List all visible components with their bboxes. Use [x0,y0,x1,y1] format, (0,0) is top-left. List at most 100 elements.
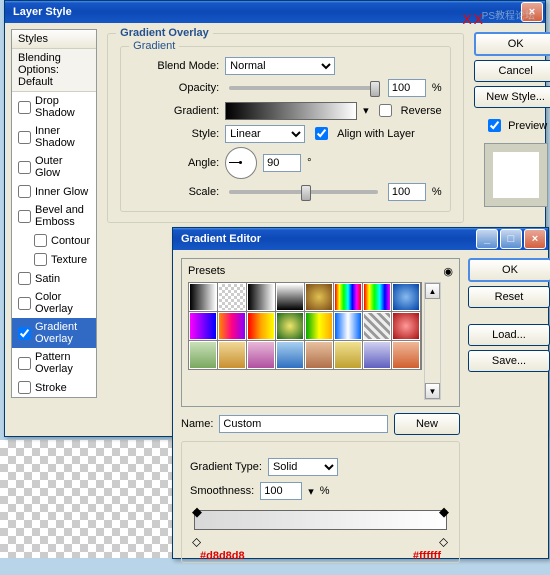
preset-swatch[interactable] [334,312,362,340]
blending-options-default[interactable]: Blending Options: Default [12,49,96,92]
style-checkbox[interactable] [18,272,31,285]
preset-swatch[interactable] [218,283,246,311]
preset-swatch[interactable] [363,341,391,369]
ok-button[interactable]: OK [474,32,550,56]
name-input[interactable] [219,415,388,433]
gradient-editor-titlebar[interactable]: Gradient Editor _ □ × [173,228,548,250]
style-checkbox[interactable] [18,357,31,370]
save-button[interactable]: Save... [468,350,550,372]
red-x-overlay: XX [462,11,485,27]
reset-button[interactable]: Reset [468,286,550,308]
align-with-layer-checkbox[interactable] [315,127,328,140]
style-item-inner-glow[interactable]: Inner Glow [12,182,96,201]
style-item-stroke[interactable]: Stroke [12,378,96,397]
preset-swatch[interactable] [392,312,420,340]
preset-swatch[interactable] [305,341,333,369]
preset-swatch[interactable] [247,341,275,369]
preset-swatch[interactable] [363,312,391,340]
scroll-up-icon[interactable]: ▲ [425,283,440,299]
new-style-button[interactable]: New Style... [474,86,550,108]
style-label: Pattern Overlay [35,351,90,375]
opacity-stop-left[interactable]: ◆ [192,508,202,518]
minimize-icon[interactable]: _ [476,229,498,249]
preset-swatch[interactable] [392,283,420,311]
preset-swatch[interactable] [276,341,304,369]
cancel-button[interactable]: Cancel [474,60,550,82]
style-checkbox[interactable] [18,131,31,144]
style-item-contour[interactable]: Contour [12,231,96,250]
preset-swatch[interactable] [305,312,333,340]
preset-swatch[interactable] [392,341,420,369]
new-button[interactable]: New [394,413,460,435]
presets-panel: Presets ◉ ▲ ▼ [181,258,460,407]
preset-swatch[interactable] [247,312,275,340]
style-checkbox[interactable] [18,381,31,394]
style-item-outer-glow[interactable]: Outer Glow [12,152,96,182]
style-checkbox[interactable] [18,101,31,114]
style-item-drop-shadow[interactable]: Drop Shadow [12,92,96,122]
ok-button[interactable]: OK [468,258,550,282]
preset-scrollbar[interactable]: ▲ ▼ [424,282,441,400]
preset-swatch[interactable] [334,283,362,311]
scale-label: Scale: [149,186,219,198]
style-checkbox[interactable] [18,185,31,198]
layer-style-title: Layer Style [13,6,72,18]
style-label: Inner Glow [35,186,88,198]
style-checkbox[interactable] [34,234,47,247]
preset-swatch[interactable] [305,283,333,311]
close-icon[interactable]: × [524,229,546,249]
preset-swatch[interactable] [363,283,391,311]
preset-swatch[interactable] [276,312,304,340]
preview-checkbox[interactable] [488,119,501,132]
styles-list-panel: Styles Blending Options: Default Drop Sh… [11,29,97,398]
style-checkbox[interactable] [18,297,31,310]
smoothness-input[interactable] [260,482,302,500]
gradient-overlay-legend: Gradient Overlay [116,27,213,39]
preset-swatch[interactable] [247,283,275,311]
blend-mode-select[interactable]: Normal [225,57,335,75]
scale-input[interactable] [388,183,426,201]
gradient-bar[interactable]: ◆ ◆ ⬦ ⬦ #d8d8d8 #ffffff [194,510,447,546]
style-item-texture[interactable]: Texture [12,250,96,269]
opacity-stop-right[interactable]: ◆ [439,508,449,518]
presets-menu-icon[interactable]: ◉ [443,265,453,278]
scale-slider[interactable] [229,190,378,194]
dropdown-icon[interactable]: ▾ [363,104,369,117]
style-label: Stroke [35,382,67,394]
style-item-gradient-overlay[interactable]: Gradient Overlay [12,318,96,348]
style-item-satin[interactable]: Satin [12,269,96,288]
style-checkbox[interactable] [18,327,31,340]
style-checkbox[interactable] [18,161,31,174]
preset-swatch[interactable] [189,312,217,340]
preset-swatch[interactable] [218,341,246,369]
load-button[interactable]: Load... [468,324,550,346]
reverse-checkbox[interactable] [379,104,392,117]
styles-header[interactable]: Styles [12,30,96,49]
opacity-input[interactable] [388,79,426,97]
style-select[interactable]: Linear [225,125,305,143]
preset-swatch[interactable] [276,283,304,311]
color-stop-right[interactable]: ⬦ [439,538,449,548]
scroll-down-icon[interactable]: ▼ [425,383,440,399]
maximize-icon[interactable]: □ [500,229,522,249]
style-checkbox[interactable] [18,210,31,223]
style-item-pattern-overlay[interactable]: Pattern Overlay [12,348,96,378]
style-label: Bevel and Emboss [35,204,90,228]
preset-swatch[interactable] [189,283,217,311]
gradient-swatch[interactable] [225,102,357,120]
preset-swatch[interactable] [189,341,217,369]
preset-swatch[interactable] [218,312,246,340]
angle-dial[interactable] [225,147,257,179]
transparent-checker-bg [0,440,172,558]
dropdown-icon[interactable]: ▾ [308,485,314,498]
gradient-type-select[interactable]: Solid [268,458,338,476]
style-item-color-overlay[interactable]: Color Overlay [12,288,96,318]
preset-swatch[interactable] [334,341,362,369]
blend-mode-label: Blend Mode: [149,60,219,72]
style-item-bevel-and-emboss[interactable]: Bevel and Emboss [12,201,96,231]
opacity-slider[interactable] [229,86,378,90]
style-checkbox[interactable] [34,253,47,266]
angle-input[interactable] [263,154,301,172]
style-item-inner-shadow[interactable]: Inner Shadow [12,122,96,152]
color-stop-left[interactable]: ⬦ [192,538,202,548]
